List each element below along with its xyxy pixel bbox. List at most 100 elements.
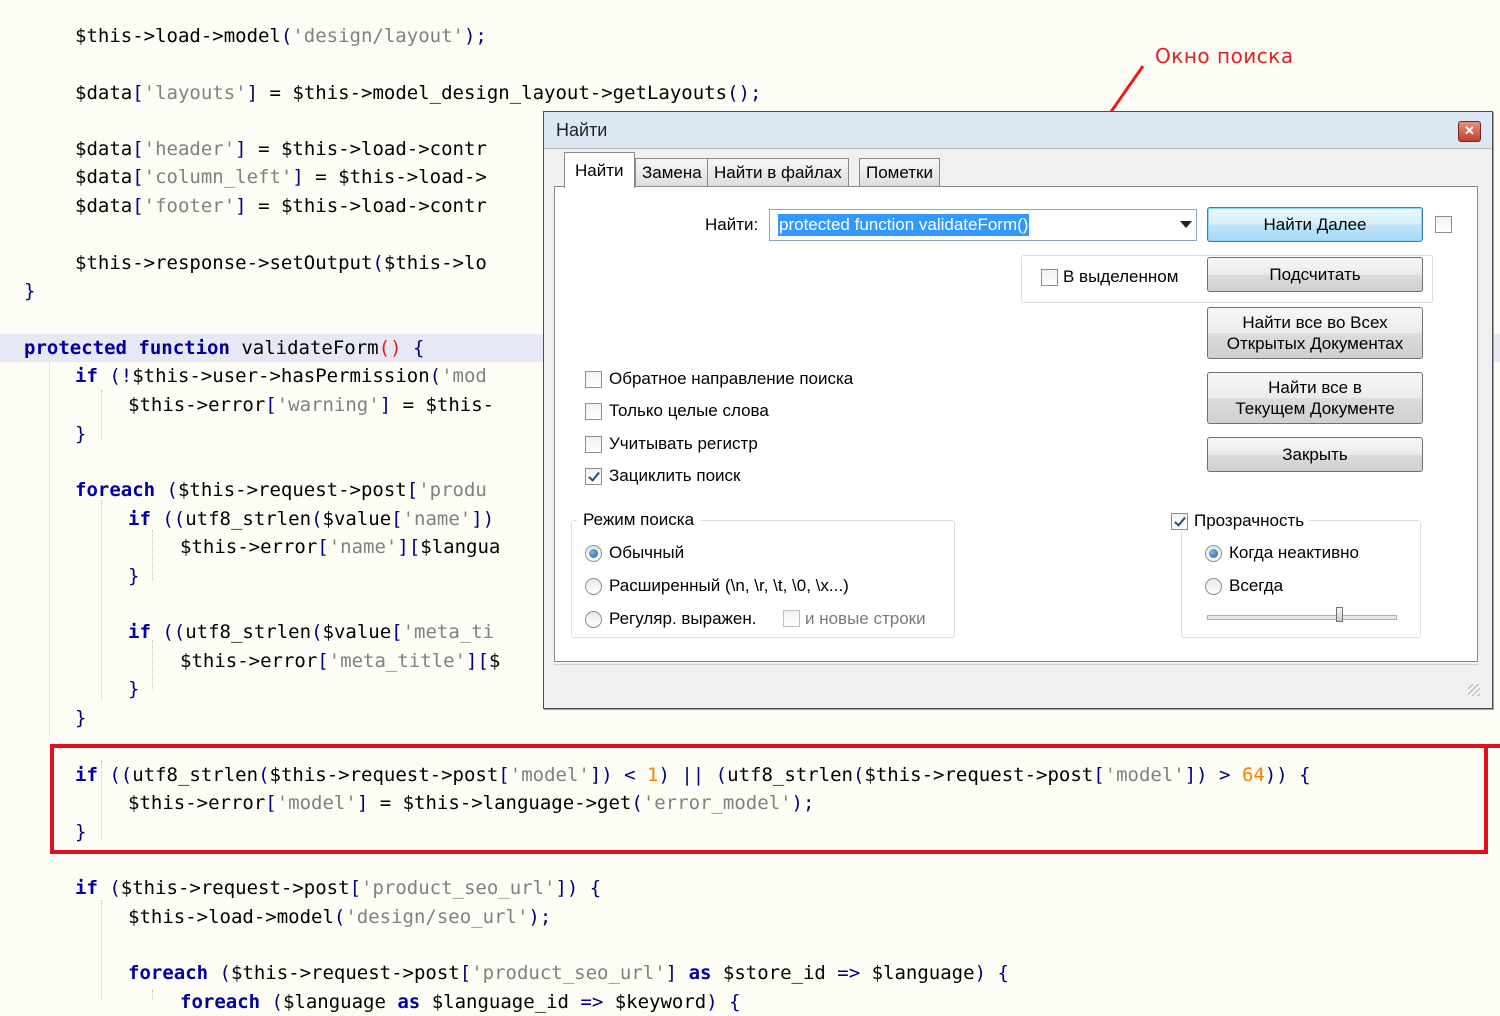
code-string: 'design/layout' [292, 25, 464, 47]
code-token: $this->error [180, 650, 318, 672]
code-line: protected function validateForm() { [0, 334, 540, 362]
code-token: ]) { [555, 877, 602, 899]
find-tab-panel: Найти: protected function validateForm()… [554, 186, 1478, 662]
code-token: () [378, 337, 402, 359]
find-next-button[interactable]: Найти Далее [1207, 207, 1423, 242]
code-token: ); [528, 906, 552, 928]
tab-find-in-files[interactable]: Найти в файлах [707, 158, 849, 186]
code-token: (( [150, 621, 186, 643]
code-token: $this->request->post [120, 877, 350, 899]
code-token: ] [246, 82, 259, 104]
code-line: if ($this->request->post['product_seo_ur… [0, 874, 1500, 902]
code-string: 'design/seo_url' [345, 906, 529, 928]
find-all-current-doc-button[interactable]: Найти все в Текущем Документе [1207, 372, 1423, 424]
whole-word-label: Только целые слова [609, 401, 769, 420]
code-token: [ [265, 394, 277, 416]
tab-marks[interactable]: Пометки [859, 158, 940, 186]
code-token: validateForm [229, 337, 379, 359]
search-mode-extended-radio[interactable] [585, 578, 602, 595]
code-token: [ [391, 508, 403, 530]
code-token: $this->lo [383, 252, 487, 274]
find-dialog: Найти ✕ Найти Замена Найти в файлах Поме… [543, 111, 1493, 709]
code-token: ) { [974, 962, 1009, 984]
dialog-title: Найти [556, 120, 608, 140]
tab-replace[interactable]: Замена [635, 158, 709, 186]
in-selection-checkbox[interactable] [1041, 269, 1058, 286]
code-string: 'layouts' [143, 82, 247, 104]
find-input-selection: protected function validateForm() [778, 214, 1030, 236]
find-all-current-line1: Найти все в [1268, 378, 1362, 397]
transparency-inactive-radio[interactable] [1205, 545, 1222, 562]
code-token: ]) [471, 508, 495, 530]
close-icon[interactable]: ✕ [1458, 121, 1481, 142]
regex-newlines-checkbox [783, 610, 800, 627]
code-keyword: if [75, 877, 98, 899]
chevron-down-icon[interactable] [1180, 221, 1192, 228]
match-case-checkbox[interactable] [585, 436, 602, 453]
code-token: $this->request->post [177, 479, 407, 501]
transparency-slider-track[interactable] [1207, 615, 1397, 620]
code-token: } [128, 678, 140, 700]
close-button[interactable]: Закрыть [1207, 437, 1423, 472]
extra-checkbox[interactable] [1435, 216, 1452, 233]
code-line: $this->load->model('design/seo_url'); [0, 903, 1500, 931]
code-line: foreach ($this->request->post['product_s… [0, 959, 1500, 987]
code-token: $data [75, 166, 133, 188]
wrap-around-label: Зациклить поиск [609, 466, 741, 485]
code-string: 'footer' [143, 195, 236, 217]
code-token: ( [208, 962, 231, 984]
code-keyword: foreach [180, 991, 261, 1013]
code-token: = $this->load->contr [246, 195, 487, 217]
highlight-box-edge [1488, 744, 1500, 768]
code-token: (); [727, 82, 762, 104]
code-token: [ [317, 536, 329, 558]
code-string: 'column_left' [143, 166, 293, 188]
search-mode-normal-radio[interactable] [585, 545, 602, 562]
code-token: $data [75, 195, 133, 217]
code-keyword: protected function [24, 337, 230, 359]
code-token: = $this->load-> [303, 166, 487, 188]
code-token: => [825, 962, 872, 984]
code-token: (! [97, 365, 133, 387]
find-label: Найти: [705, 215, 759, 234]
transparency-slider-thumb[interactable] [1335, 607, 1343, 622]
transparency-title-wrap: Прозрачность [1167, 511, 1309, 531]
code-token: ( [429, 365, 442, 387]
find-all-open-docs-button[interactable]: Найти все во Всех Открытых Документах [1207, 307, 1423, 359]
whole-word-checkbox[interactable] [585, 403, 602, 420]
code-string: 'name' [328, 536, 398, 558]
code-token: { [401, 337, 425, 359]
code-token: => [568, 991, 615, 1013]
code-token: $value [322, 508, 392, 530]
code-token: [ [317, 650, 329, 672]
code-keyword: as [688, 962, 712, 984]
wrap-around-checkbox[interactable] [585, 468, 602, 485]
search-mode-regex-label: Регуляр. выражен. [609, 609, 757, 628]
transparency-checkbox[interactable] [1171, 513, 1188, 531]
code-string: 'meta_title' [328, 650, 467, 672]
find-all-current-line2: Текущем Документе [1235, 399, 1395, 418]
code-token: ( [260, 991, 283, 1013]
annotation-label: Окно поиска [1155, 44, 1294, 68]
find-combobox[interactable]: protected function validateForm() [769, 209, 1197, 241]
in-selection-label: В выделенном [1063, 267, 1179, 286]
code-token: ][ [397, 536, 421, 558]
tab-find[interactable]: Найти [564, 152, 635, 188]
code-token: [ [349, 877, 362, 899]
search-mode-title: Режим поиска [577, 510, 701, 530]
code-token: $language [282, 991, 386, 1013]
code-token: ( [97, 877, 121, 899]
resize-grip-icon[interactable] [1468, 684, 1480, 696]
code-string: 'mod [441, 365, 487, 387]
code-string: 'meta_ti [402, 621, 495, 643]
code-token: ] [665, 962, 689, 984]
match-case-label: Учитывать регистр [609, 434, 758, 453]
code-token: ] [292, 166, 304, 188]
transparency-always-radio[interactable] [1205, 578, 1222, 595]
count-button[interactable]: Подсчитать [1207, 257, 1423, 292]
dialog-titlebar[interactable]: Найти ✕ [544, 112, 1492, 149]
search-mode-regex-radio[interactable] [585, 611, 602, 628]
reverse-direction-checkbox[interactable] [585, 371, 602, 388]
search-mode-normal-label: Обычный [609, 543, 685, 562]
code-token: } [128, 565, 140, 587]
